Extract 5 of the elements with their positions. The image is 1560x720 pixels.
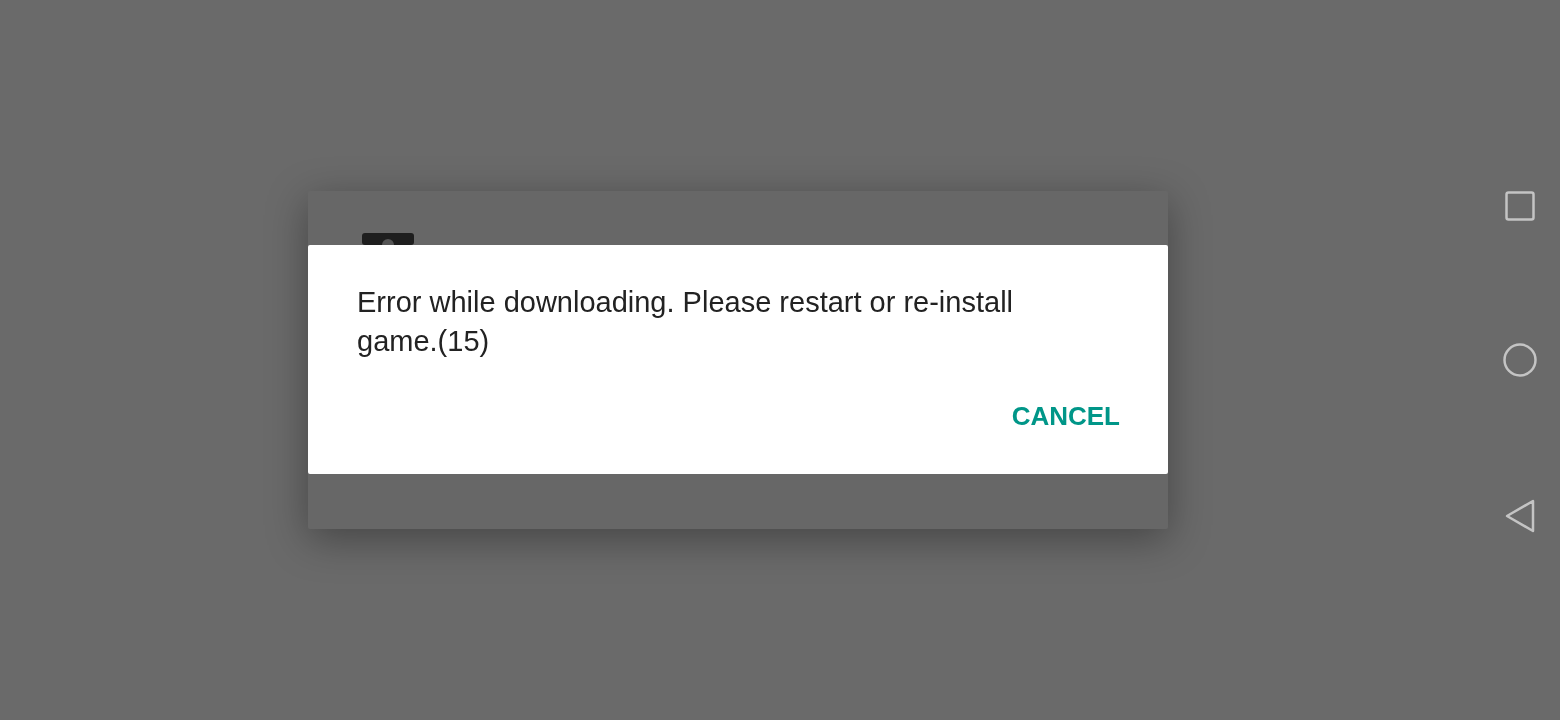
recents-icon[interactable]	[1505, 191, 1535, 221]
error-message: Error while downloading. Please restart or re-install game.(15)	[357, 285, 1014, 359]
back-icon[interactable]	[1505, 499, 1535, 533]
cancel-button[interactable]: CANCEL	[1011, 395, 1120, 438]
home-icon[interactable]	[1503, 343, 1537, 377]
